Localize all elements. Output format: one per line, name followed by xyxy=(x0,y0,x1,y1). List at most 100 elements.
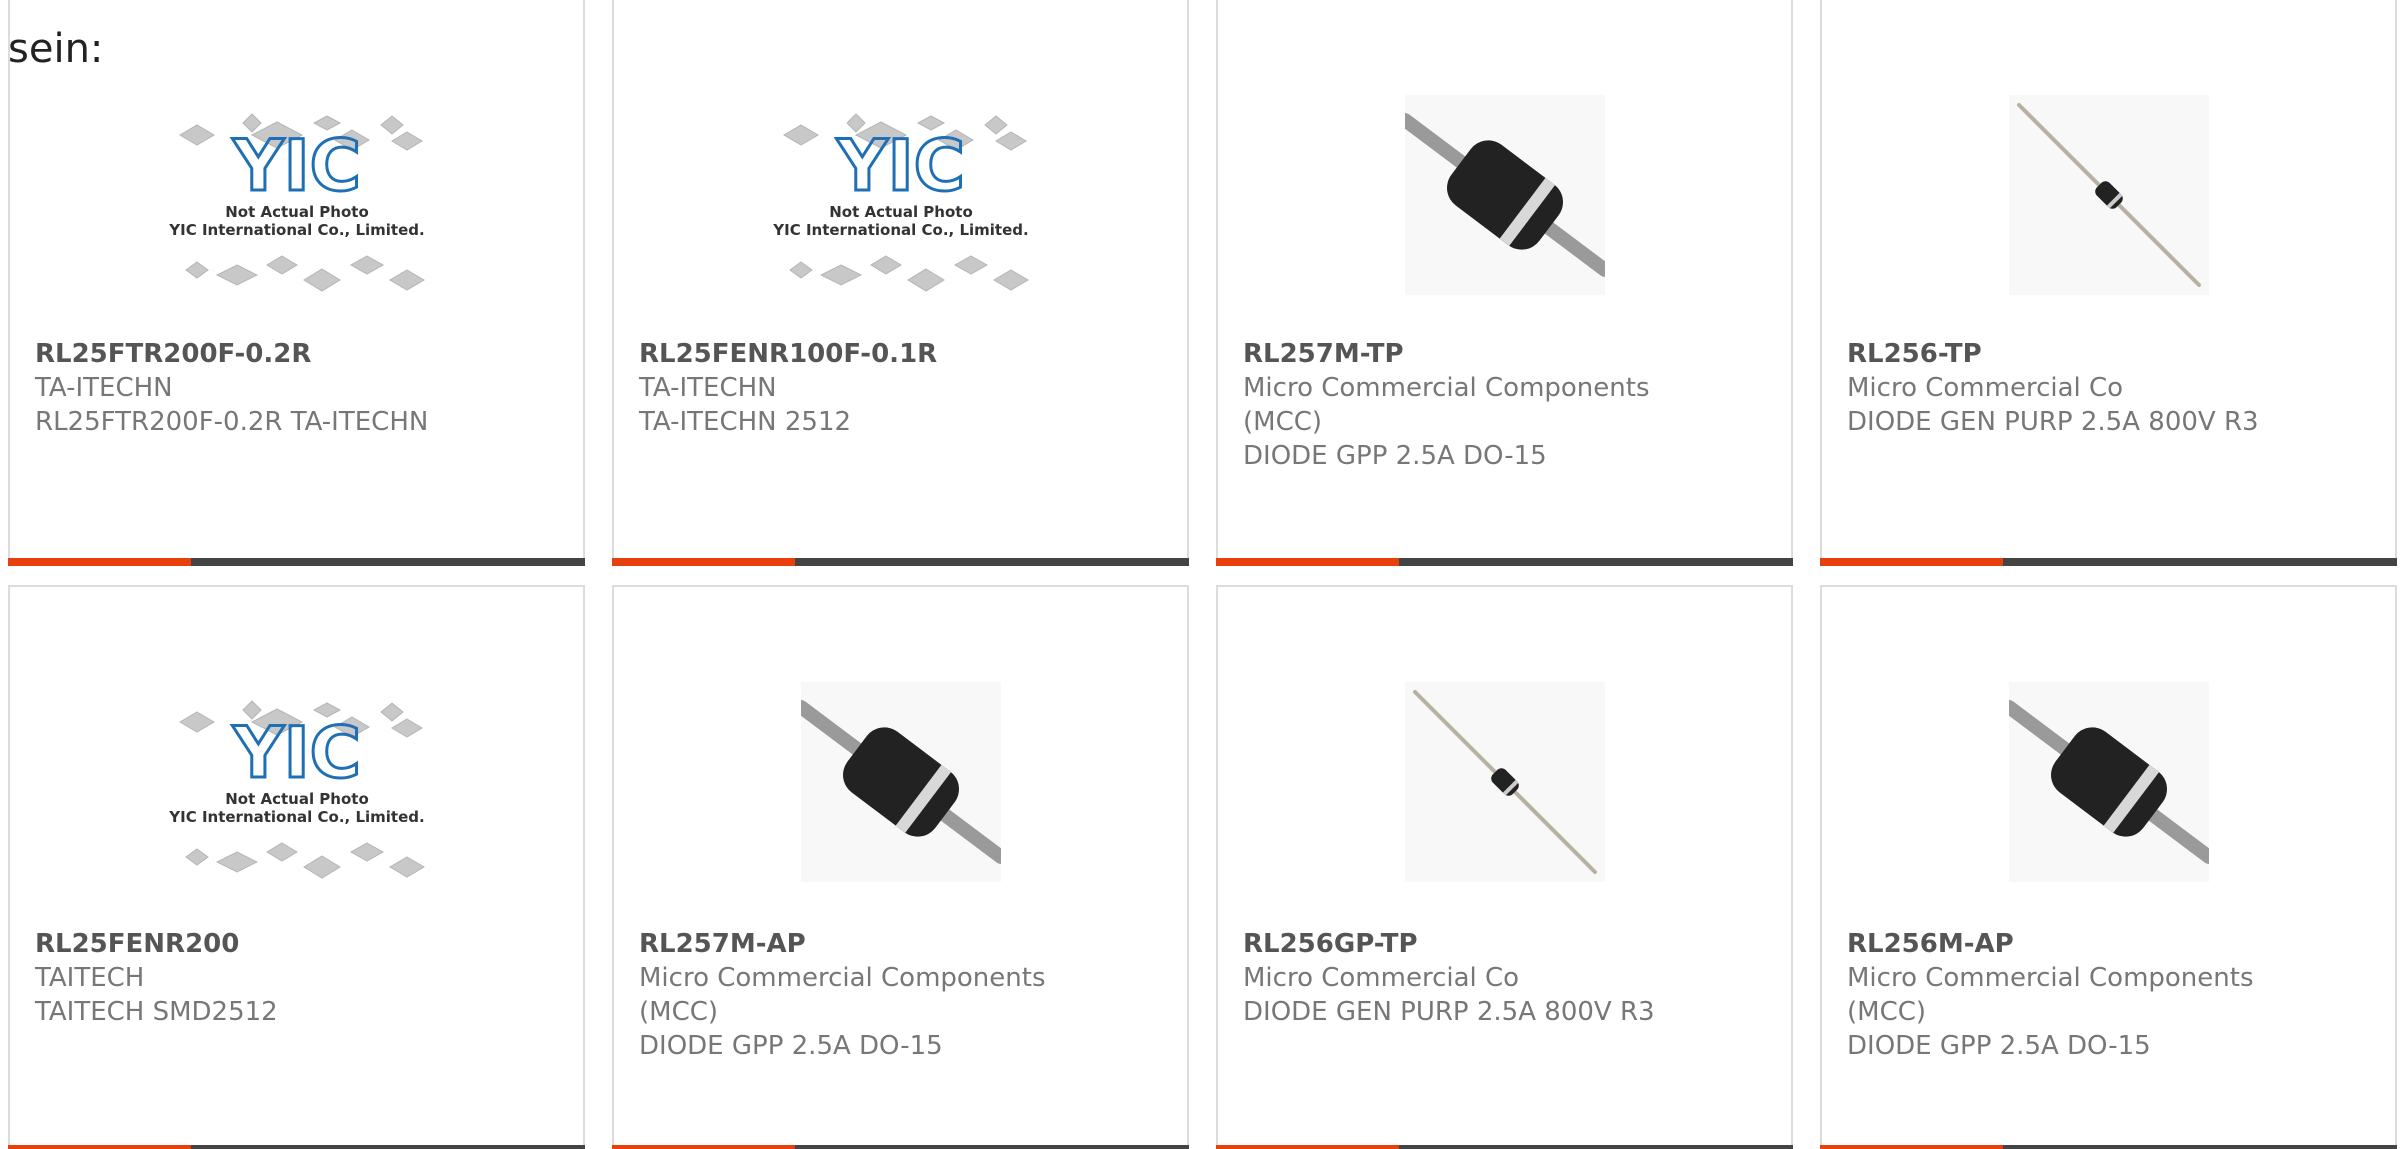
prefix-text: sein: xyxy=(8,26,104,72)
yic-placeholder-image: YICNot Actual PhotoYIC International Co.… xyxy=(168,113,425,292)
product-info: RL256M-AP Micro Commercial Components (MCC… xyxy=(1847,927,2375,1063)
product-info: RL257M-TP Micro Commercial Components (MCC… xyxy=(1243,337,1771,473)
manufacturer-name: Micro Commercial Components xyxy=(639,963,1046,993)
product-info: RL25FTR200F-0.2R TA-ITECHN RL25FTR200F-0.2… xyxy=(35,337,563,439)
chip-icon xyxy=(178,124,215,146)
product-info: RL25FENR100F-0.1R TA-ITECHN TA-ITECHN 2512 xyxy=(639,337,1167,439)
product-description: RL25FTR200F-0.2R TA-ITECHN xyxy=(35,407,429,437)
manufacturer-name: (MCC) xyxy=(1847,997,1927,1027)
product-description: DIODE GPP 2.5A DO-15 xyxy=(639,1031,943,1061)
diode-image xyxy=(2008,682,2209,882)
product-thumbnail[interactable] xyxy=(1218,60,1791,330)
card-accent-bar xyxy=(8,1145,191,1149)
manufacturer-name: Micro Commercial Co xyxy=(1847,373,2124,403)
card-accent-bar xyxy=(1820,1145,2003,1149)
product-info: RL256GP-TP Micro Commercial Co DIODE GEN P… xyxy=(1243,927,1771,1029)
card-accent-bar xyxy=(1820,558,2003,566)
yic-logo: YIC xyxy=(231,712,360,794)
card-accent-bar xyxy=(8,558,191,566)
card-bottom-bar xyxy=(1216,558,1793,566)
product-grid-page: sein: YIC Not Actual Photo YIC Internation… xyxy=(0,0,2400,1149)
yic-logo: YIC xyxy=(835,125,964,207)
card-bottom-bar xyxy=(1820,558,2397,566)
product-thumbnail[interactable]: YIC Not Actual Photo YIC International Co.… xyxy=(614,60,1187,330)
part-number-link[interactable]: RL256-TP xyxy=(1847,337,2375,371)
part-number-link[interactable]: RL256GP-TP xyxy=(1243,927,1771,961)
image-caption-1: Not Actual Photo xyxy=(225,790,369,808)
product-card[interactable]: RL256M-AP Micro Commercial Components (MCC… xyxy=(1820,585,2397,1149)
diode-image xyxy=(2008,95,2209,295)
chip-icon xyxy=(388,269,425,291)
card-bottom-bar xyxy=(8,558,585,566)
chip-icon xyxy=(953,255,988,275)
product-info: RL25FENR200 TAITECH TAITECH SMD2512 xyxy=(35,927,563,1029)
chip-icon xyxy=(782,124,819,146)
part-number-link[interactable]: RL257M-TP xyxy=(1243,337,1771,371)
diode-image xyxy=(800,682,1001,882)
diode-image xyxy=(1404,682,1605,882)
product-thumbnail[interactable] xyxy=(1822,647,2395,917)
chip-icon xyxy=(349,842,384,862)
product-card[interactable]: RL256-TP Micro Commercial Co DIODE GEN PUR… xyxy=(1820,0,2397,566)
product-thumbnail[interactable] xyxy=(1218,647,1791,917)
card-bottom-bar xyxy=(612,558,1189,566)
card-accent-bar xyxy=(1216,558,1399,566)
product-card[interactable]: YIC Not Actual Photo YIC International Co.… xyxy=(8,585,585,1149)
product-description: DIODE GPP 2.5A DO-15 xyxy=(1243,441,1547,471)
product-description: DIODE GEN PURP 2.5A 800V R3 xyxy=(1847,407,2259,437)
image-caption-2: YIC International Co., Limited. xyxy=(772,221,1028,239)
product-card[interactable]: RL257M-TP Micro Commercial Components (MCC… xyxy=(1216,0,1793,566)
manufacturer-name: (MCC) xyxy=(639,997,719,1027)
chip-icon xyxy=(184,848,209,866)
product-card[interactable]: YIC Not Actual Photo YIC International Co.… xyxy=(612,0,1189,566)
product-description: DIODE GPP 2.5A DO-15 xyxy=(1847,1031,2151,1061)
product-card[interactable]: YIC Not Actual Photo YIC International Co.… xyxy=(8,0,585,566)
manufacturer-name: TAITECH xyxy=(35,963,145,993)
chip-icon xyxy=(390,131,423,151)
yic-placeholder-image: YICNot Actual PhotoYIC International Co.… xyxy=(168,700,425,879)
product-info: RL257M-AP Micro Commercial Components (MCC… xyxy=(639,927,1167,1063)
manufacturer-name: TA-ITECHN xyxy=(639,373,777,403)
product-thumbnail[interactable] xyxy=(1822,60,2395,330)
chip-icon xyxy=(992,269,1029,291)
card-bottom-bar xyxy=(1820,1145,2397,1149)
image-caption-1: Not Actual Photo xyxy=(225,203,369,221)
card-bottom-bar xyxy=(1216,1145,1793,1149)
part-number-link[interactable]: RL257M-AP xyxy=(639,927,1167,961)
chip-icon xyxy=(788,261,813,279)
product-thumbnail[interactable] xyxy=(614,647,1187,917)
chip-icon xyxy=(379,115,404,135)
chip-icon xyxy=(265,255,298,275)
card-bottom-bar xyxy=(612,1145,1189,1149)
yic-placeholder-image: YICNot Actual PhotoYIC International Co.… xyxy=(772,113,1029,292)
product-card[interactable]: RL256GP-TP Micro Commercial Co DIODE GEN P… xyxy=(1216,585,1793,1149)
yic-logo: YIC xyxy=(231,125,360,207)
product-description: TAITECH SMD2512 xyxy=(35,997,278,1027)
chip-icon xyxy=(869,255,902,275)
chip-icon xyxy=(906,268,945,292)
chip-icon xyxy=(265,842,298,862)
card-bottom-bar xyxy=(8,1145,585,1149)
part-number-link[interactable]: RL256M-AP xyxy=(1847,927,2375,961)
part-number-link[interactable]: RL25FTR200F-0.2R xyxy=(35,337,563,371)
part-number-link[interactable]: RL25FENR200 xyxy=(35,927,563,961)
product-description: TA-ITECHN 2512 xyxy=(639,407,852,437)
product-thumbnail[interactable]: YIC Not Actual Photo YIC International Co.… xyxy=(10,647,583,917)
manufacturer-name: Micro Commercial Components xyxy=(1847,963,2254,993)
chip-icon xyxy=(349,255,384,275)
chip-icon xyxy=(388,856,425,878)
chip-icon xyxy=(390,718,423,738)
part-number-link[interactable]: RL25FENR100F-0.1R xyxy=(639,337,1167,371)
product-thumbnail[interactable]: YIC Not Actual Photo YIC International Co.… xyxy=(10,60,583,330)
diode-image xyxy=(1404,95,1605,295)
card-accent-bar xyxy=(612,558,795,566)
chip-icon xyxy=(819,264,862,286)
manufacturer-name: (MCC) xyxy=(1243,407,1323,437)
product-card[interactable]: RL257M-AP Micro Commercial Components (MCC… xyxy=(612,585,1189,1149)
chip-icon xyxy=(302,855,341,879)
image-caption-2: YIC International Co., Limited. xyxy=(168,221,424,239)
product-info: RL256-TP Micro Commercial Co DIODE GEN PUR… xyxy=(1847,337,2375,439)
chip-icon xyxy=(994,131,1027,151)
manufacturer-name: Micro Commercial Components xyxy=(1243,373,1650,403)
card-accent-bar xyxy=(1216,1145,1399,1149)
